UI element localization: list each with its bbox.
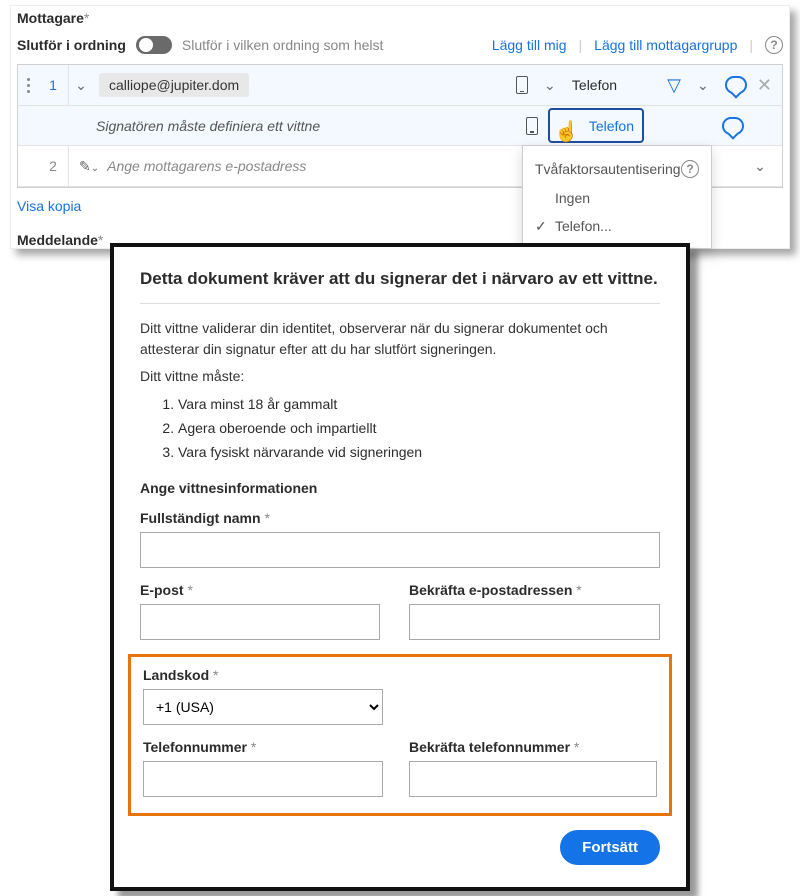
phone-input[interactable] (143, 761, 383, 797)
country-select[interactable]: +1 (USA) (143, 689, 383, 725)
rule-item: Vara fysiskt närvarande vid signeringen (178, 441, 660, 465)
email-label: E-post * (140, 582, 391, 598)
fullname-label: Fullständigt namn * (140, 510, 660, 526)
modal-title: Detta dokument kräver att du signerar de… (140, 269, 660, 289)
email-input[interactable] (140, 604, 380, 640)
comment-icon[interactable] (722, 117, 744, 135)
chevron-down-icon[interactable]: ⌄ (748, 158, 772, 175)
witness-auth-selector[interactable]: ☝ Telefon (548, 108, 644, 143)
filter-icon[interactable]: ▽ (667, 75, 681, 96)
confirm-email-input[interactable] (409, 604, 660, 640)
recipient-row: 1 ⌄ calliope@jupiter.dom ⌄ Telefon ▽ ⌄ ✕ (18, 65, 782, 106)
fullname-input[interactable] (140, 532, 660, 568)
confirm-phone-input[interactable] (409, 761, 657, 797)
rule-item: Agera oberoende och impartiellt (178, 417, 660, 441)
order-toggle[interactable] (136, 36, 172, 54)
confirm-email-label: Bekräfta e-postadressen * (409, 582, 660, 598)
phone-highlight-box: Landskod * +1 (USA) Telefonnummer * Bekr… (128, 654, 672, 816)
witness-modal: Detta dokument kräver att du signerar de… (110, 243, 690, 891)
chevron-down-icon[interactable]: ⌄ (69, 77, 93, 94)
confirm-phone-label: Bekräfta telefonnummer * (409, 739, 657, 755)
phone-icon (516, 76, 528, 94)
auth-chevron-icon[interactable]: ⌄ (538, 77, 562, 94)
toggle-description: Slutför i vilken ordning som helst (182, 37, 384, 53)
witness-auth-label: Telefon (589, 118, 634, 134)
email-placeholder[interactable]: Ange mottagarens e-postadress (107, 158, 306, 174)
recipient-email[interactable]: calliope@jupiter.dom (99, 73, 249, 97)
auth-dropdown: Tvåfaktorsautentisering ? Ingen Telefon.… (522, 145, 712, 249)
pen-icon[interactable]: ✎⌄ (79, 158, 99, 175)
country-label: Landskod * (143, 667, 657, 683)
dropdown-item-none[interactable]: Ingen (523, 184, 711, 212)
recipients-title: Mottagare (17, 10, 84, 26)
help-icon[interactable]: ? (765, 36, 783, 54)
witness-instruction: Signatören måste definiera ett vittne (96, 118, 320, 134)
help-icon[interactable]: ? (681, 160, 699, 178)
cursor-hand-icon: ☝ (554, 119, 579, 144)
add-group-link[interactable]: Lägg till mottagargrupp (594, 37, 737, 53)
drag-handle[interactable] (18, 78, 38, 93)
dropdown-item-phone[interactable]: Telefon... (523, 212, 711, 240)
modal-must: Ditt vittne måste: (140, 366, 660, 387)
comment-icon[interactable] (725, 76, 747, 94)
add-me-link[interactable]: Lägg till mig (492, 37, 567, 53)
witness-row: Signatören måste definiera ett vittne ☝ … (18, 106, 782, 146)
modal-rules: Vara minst 18 år gammalt Agera oberoende… (178, 393, 660, 464)
recipient-number: 2 (38, 158, 68, 174)
modal-subhead: Ange vittnesinformationen (140, 480, 660, 496)
continue-button[interactable]: Fortsätt (560, 830, 660, 865)
show-copy-link[interactable]: Visa kopia (17, 198, 81, 214)
modal-intro: Ditt vittne validerar din identitet, obs… (140, 318, 660, 360)
close-icon[interactable]: ✕ (757, 75, 772, 96)
phone-icon (526, 117, 538, 135)
recipients-list: 1 ⌄ calliope@jupiter.dom ⌄ Telefon ▽ ⌄ ✕… (17, 64, 783, 188)
rule-item: Vara minst 18 år gammalt (178, 393, 660, 417)
auth-method: Telefon (572, 77, 617, 93)
required-asterisk: * (84, 10, 89, 26)
recipient-number: 1 (38, 77, 68, 93)
order-label: Slutför i ordning (17, 37, 126, 53)
filter-chevron-icon[interactable]: ⌄ (691, 77, 715, 94)
dropdown-header: Tvåfaktorsautentisering (535, 161, 681, 177)
phone-label: Telefonnummer * (143, 739, 391, 755)
